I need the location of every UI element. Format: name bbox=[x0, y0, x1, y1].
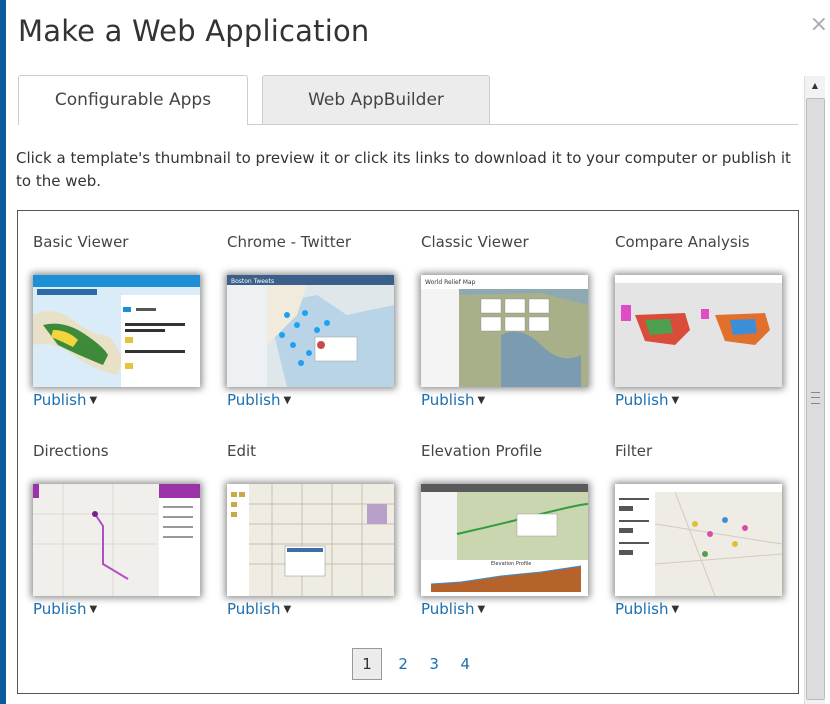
app-thumbnail-basic-viewer[interactable] bbox=[33, 275, 200, 387]
publish-label: Publish bbox=[421, 600, 475, 618]
app-name: Chrome - Twitter bbox=[227, 233, 352, 251]
app-thumbnail-chrome-twitter[interactable]: Boston Tweets bbox=[227, 275, 394, 387]
chevron-down-icon: ▼ bbox=[477, 604, 486, 615]
pagination: 1 2 3 4 bbox=[352, 648, 483, 680]
page-button-current[interactable]: 1 bbox=[352, 648, 382, 680]
thumbnail-chart-title: Elevation Profile bbox=[491, 561, 531, 567]
publish-link-elevation-profile[interactable]: Publish ▼ bbox=[421, 600, 485, 618]
app-name: Edit bbox=[227, 442, 257, 460]
chevron-down-icon: ▼ bbox=[283, 604, 292, 615]
publish-label: Publish bbox=[227, 391, 281, 409]
app-thumbnail-classic-viewer[interactable]: World Relief Map bbox=[421, 275, 588, 387]
app-name: Filter bbox=[615, 442, 653, 460]
classic-viewer-preview: World Relief Map bbox=[421, 275, 588, 387]
app-card-basic-viewer: Basic Viewer Publish ▼ bbox=[33, 233, 213, 409]
template-gallery: Basic Viewer Publish ▼ Chrome - Twitter … bbox=[17, 210, 799, 694]
chevron-down-icon: ▼ bbox=[671, 604, 680, 615]
app-name: Elevation Profile bbox=[421, 442, 543, 460]
app-thumbnail-elevation-profile[interactable]: Elevation Profile bbox=[421, 484, 588, 596]
vertical-scrollbar[interactable]: ▲ bbox=[804, 76, 825, 704]
app-thumbnail-compare-analysis[interactable] bbox=[615, 275, 782, 387]
app-card-edit: Edit Publish ▼ bbox=[227, 442, 407, 618]
chevron-down-icon: ▼ bbox=[283, 395, 292, 406]
thumbnail-header: World Relief Map bbox=[425, 279, 476, 286]
app-card-elevation-profile: Elevation Profile Elevation Profile Publ… bbox=[421, 442, 601, 618]
chrome-twitter-preview: Boston Tweets bbox=[227, 275, 394, 387]
app-card-filter: Filter Publish ▼ bbox=[615, 442, 795, 618]
scrollbar-thumb[interactable] bbox=[806, 98, 825, 700]
publish-label: Publish bbox=[33, 600, 87, 618]
instructions-text: Click a template's thumbnail to preview … bbox=[16, 149, 791, 190]
scroll-up-icon[interactable]: ▲ bbox=[805, 76, 825, 96]
publish-link-edit[interactable]: Publish ▼ bbox=[227, 600, 291, 618]
tab-configurable-apps[interactable]: Configurable Apps bbox=[18, 75, 248, 125]
directions-preview bbox=[33, 484, 200, 596]
chevron-down-icon: ▼ bbox=[89, 395, 98, 406]
filter-preview bbox=[615, 484, 782, 596]
app-card-directions: Directions Publish ▼ bbox=[33, 442, 213, 618]
publish-link-basic-viewer[interactable]: Publish ▼ bbox=[33, 391, 97, 409]
publish-label: Publish bbox=[615, 391, 669, 409]
app-thumbnail-edit[interactable] bbox=[227, 484, 394, 596]
tab-bar: Configurable Apps Web AppBuilder bbox=[18, 75, 798, 125]
grip-icon bbox=[811, 392, 820, 404]
app-name: Compare Analysis bbox=[615, 233, 750, 251]
elevation-profile-preview: Elevation Profile bbox=[421, 484, 588, 596]
publish-link-directions[interactable]: Publish ▼ bbox=[33, 600, 97, 618]
page-link-4[interactable]: 4 bbox=[457, 650, 473, 678]
chevron-down-icon: ▼ bbox=[89, 604, 98, 615]
chevron-down-icon: ▼ bbox=[671, 395, 680, 406]
app-name: Classic Viewer bbox=[421, 233, 529, 251]
app-name: Basic Viewer bbox=[33, 233, 129, 251]
publish-link-filter[interactable]: Publish ▼ bbox=[615, 600, 679, 618]
app-card-chrome-twitter: Chrome - Twitter Boston Tweets Publish ▼ bbox=[227, 233, 407, 409]
publish-link-compare-analysis[interactable]: Publish ▼ bbox=[615, 391, 679, 409]
publish-link-chrome-twitter[interactable]: Publish ▼ bbox=[227, 391, 291, 409]
publish-label: Publish bbox=[33, 391, 87, 409]
thumbnail-header: Boston Tweets bbox=[231, 278, 274, 285]
publish-link-classic-viewer[interactable]: Publish ▼ bbox=[421, 391, 485, 409]
compare-analysis-preview bbox=[615, 275, 782, 387]
publish-label: Publish bbox=[227, 600, 281, 618]
app-card-classic-viewer: Classic Viewer World Relief Map Publish … bbox=[421, 233, 601, 409]
page-link-2[interactable]: 2 bbox=[395, 650, 411, 678]
edit-preview bbox=[227, 484, 394, 596]
dialog-title: Make a Web Application bbox=[18, 14, 370, 48]
tab-web-appbuilder[interactable]: Web AppBuilder bbox=[262, 75, 490, 124]
app-thumbnail-directions[interactable] bbox=[33, 484, 200, 596]
publish-label: Publish bbox=[615, 600, 669, 618]
page-link-3[interactable]: 3 bbox=[426, 650, 442, 678]
close-icon[interactable]: × bbox=[810, 12, 828, 37]
app-thumbnail-filter[interactable] bbox=[615, 484, 782, 596]
publish-label: Publish bbox=[421, 391, 475, 409]
basic-viewer-preview bbox=[33, 275, 200, 387]
make-web-app-dialog: Make a Web Application × Configurable Ap… bbox=[6, 0, 830, 704]
app-name: Directions bbox=[33, 442, 109, 460]
chevron-down-icon: ▼ bbox=[477, 395, 486, 406]
app-card-compare-analysis: Compare Analysis Publish ▼ bbox=[615, 233, 795, 409]
